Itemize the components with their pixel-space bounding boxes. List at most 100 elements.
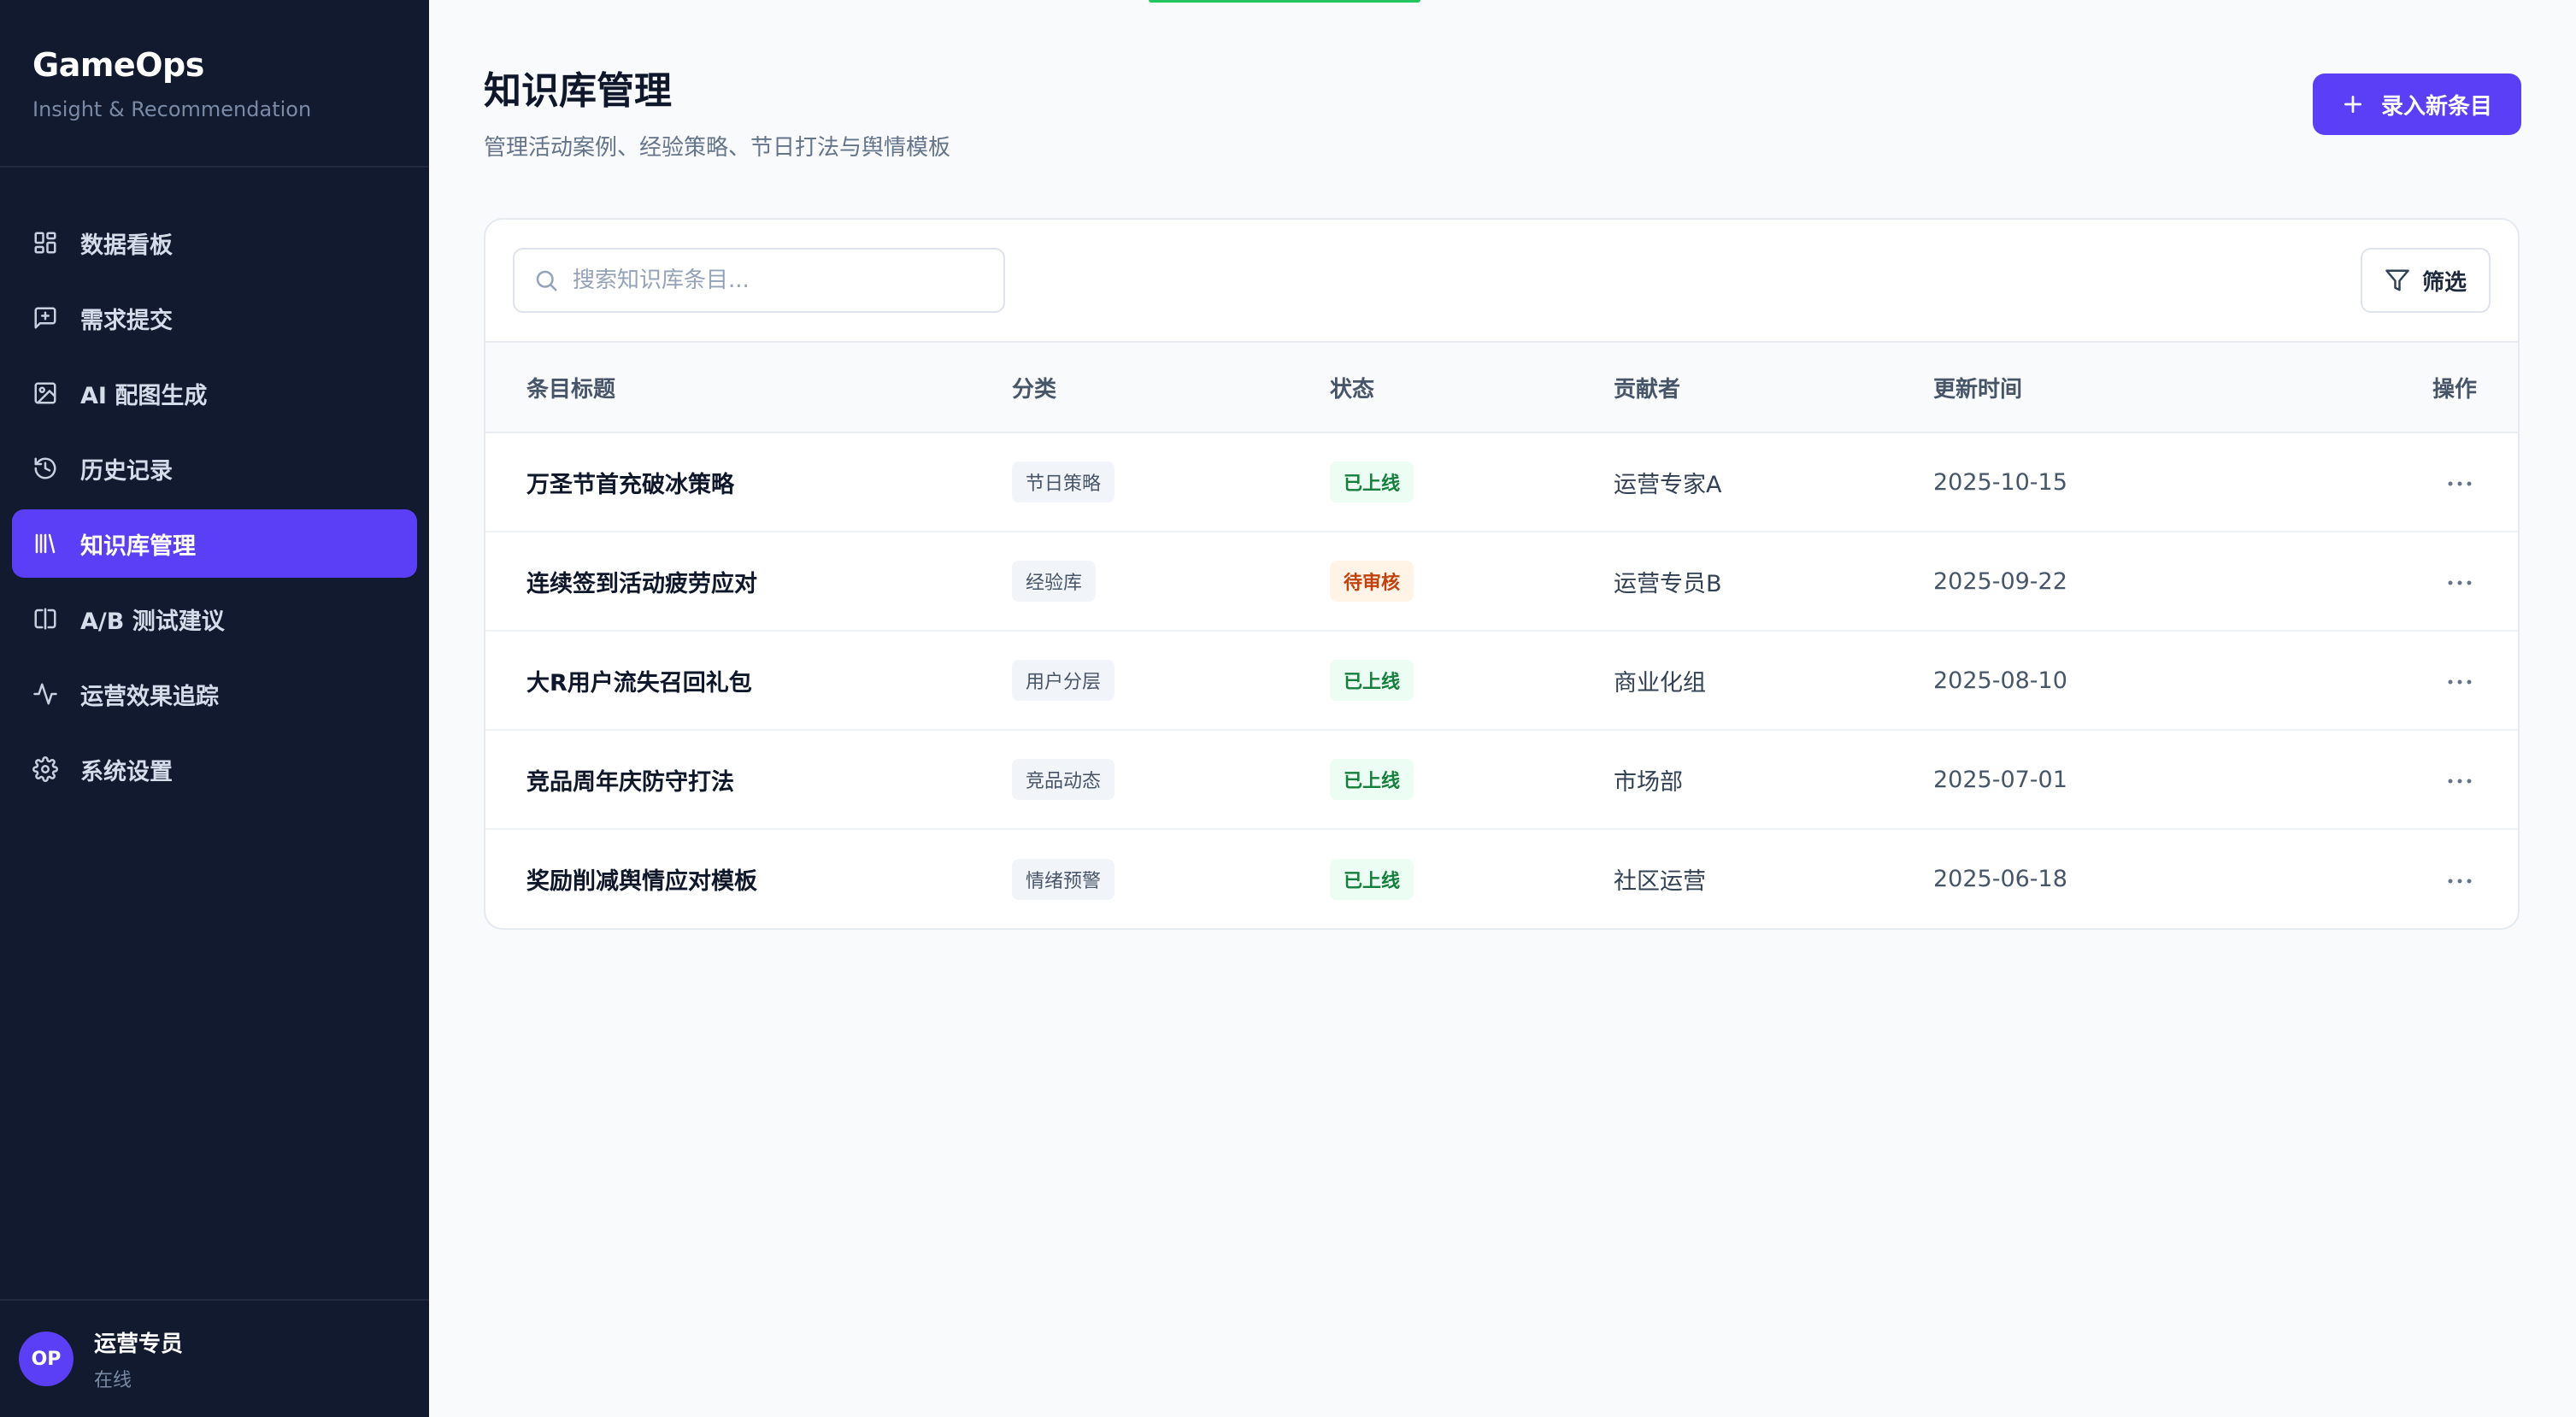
updated-date: 2025-06-18 bbox=[1933, 866, 2067, 892]
entry-title: 连续签到活动疲劳应对 bbox=[526, 570, 757, 597]
page-header: 知识库管理 管理活动案例、经验策略、节日打法与舆情模板 录入新条目 bbox=[484, 0, 2521, 162]
filter-label: 筛选 bbox=[2421, 268, 2467, 295]
user-meta: 运营专员 在线 bbox=[94, 1326, 183, 1392]
table-toolbar: 筛选 bbox=[485, 220, 2518, 341]
more-actions-button[interactable] bbox=[2443, 570, 2477, 596]
more-horizontal-icon bbox=[2448, 779, 2472, 784]
entry-title: 竞品周年庆防守打法 bbox=[526, 768, 734, 796]
more-actions-button[interactable] bbox=[2443, 768, 2477, 794]
sidebar-item-request[interactable]: 需求提交 bbox=[12, 284, 417, 352]
status-badge: 已上线 bbox=[1330, 759, 1414, 800]
more-horizontal-icon bbox=[2448, 481, 2472, 486]
sidebar-item-history[interactable]: 历史记录 bbox=[12, 434, 417, 503]
column-header-actions: 操作 bbox=[2432, 376, 2477, 403]
sidebar-item-ab-test[interactable]: A/B 测试建议 bbox=[12, 585, 417, 653]
updated-date: 2025-08-10 bbox=[1933, 667, 2067, 694]
sidebar-item-ai-image[interactable]: AI 配图生成 bbox=[12, 359, 417, 427]
more-horizontal-icon bbox=[2448, 679, 2472, 685]
sidebar-item-label: 系统设置 bbox=[80, 758, 173, 785]
updated-date: 2025-10-15 bbox=[1933, 468, 2067, 496]
sidebar-item-label: 需求提交 bbox=[80, 307, 173, 334]
table-header-row: 条目标题 分类 状态 贡献者 更新时间 操作 bbox=[485, 342, 2518, 432]
user-profile[interactable]: OP 运营专员 在线 bbox=[0, 1299, 429, 1417]
status-badge: 待审核 bbox=[1330, 561, 1414, 602]
more-actions-button[interactable] bbox=[2443, 471, 2477, 497]
sidebar-item-label: 运营效果追踪 bbox=[80, 683, 219, 710]
page-title: 知识库管理 bbox=[484, 69, 672, 113]
column-header-updated[interactable]: 更新时间 bbox=[1933, 342, 2354, 432]
message-plus-icon bbox=[32, 305, 58, 331]
search-icon bbox=[536, 270, 557, 291]
top-accent-bar bbox=[1149, 0, 1420, 3]
brand-name: GameOps bbox=[32, 46, 204, 84]
entry-title: 万圣节首充破冰策略 bbox=[526, 471, 734, 498]
category-tag: 节日策略 bbox=[1012, 462, 1115, 503]
sidebar-item-label: 历史记录 bbox=[80, 457, 173, 485]
column-header-contributor[interactable]: 贡献者 bbox=[1614, 342, 1933, 432]
contributor: 市场部 bbox=[1614, 768, 1683, 796]
filter-icon bbox=[2385, 269, 2409, 291]
brand: GameOps Insight & Recommendation bbox=[0, 0, 429, 168]
sidebar-item-label: 知识库管理 bbox=[80, 532, 196, 560]
sidebar-item-knowledge-base[interactable]: 知识库管理 bbox=[12, 509, 417, 578]
table-row[interactable]: 大R用户流失召回礼包 用户分层 已上线 商业化组 2025-08-10 bbox=[485, 631, 2518, 730]
user-status: 在线 bbox=[94, 1369, 132, 1391]
dashboard-grid-icon bbox=[32, 230, 58, 256]
sidebar-nav: 数据看板 需求提交 AI 配图生成 历史记录 知识库管理 A/B 测试建议 运营… bbox=[0, 168, 429, 1299]
filter-button[interactable]: 筛选 bbox=[2360, 248, 2491, 313]
knowledge-table-card: 筛选 条目标题 分类 状态 贡献者 更新时间 操作 万圣节首充破 bbox=[484, 218, 2520, 930]
add-entry-label: 录入新条目 bbox=[2380, 92, 2492, 119]
more-horizontal-icon bbox=[2448, 879, 2472, 883]
search-input[interactable] bbox=[573, 268, 983, 293]
column-header-category[interactable]: 分类 bbox=[1012, 342, 1330, 432]
search-box[interactable] bbox=[513, 248, 1005, 313]
contributor: 运营专员B bbox=[1614, 570, 1722, 597]
sidebar-item-tracking[interactable]: 运营效果追踪 bbox=[12, 660, 417, 728]
status-badge: 已上线 bbox=[1330, 660, 1414, 701]
main-content: 知识库管理 管理活动案例、经验策略、节日打法与舆情模板 录入新条目 筛选 bbox=[429, 0, 2576, 1417]
category-tag: 情绪预警 bbox=[1012, 858, 1115, 900]
entry-title: 奖励削减舆情应对模板 bbox=[526, 868, 757, 895]
app-root: GameOps Insight & Recommendation 数据看板 需求… bbox=[0, 0, 2576, 1417]
table-header: 条目标题 分类 状态 贡献者 更新时间 操作 bbox=[485, 342, 2518, 432]
updated-date: 2025-09-22 bbox=[1933, 567, 2067, 595]
contributor: 运营专家A bbox=[1614, 471, 1722, 498]
table-row[interactable]: 万圣节首充破冰策略 节日策略 已上线 运营专家A 2025-10-15 bbox=[485, 432, 2518, 532]
library-icon bbox=[32, 531, 58, 556]
plus-icon bbox=[2342, 93, 2364, 115]
status-badge: 已上线 bbox=[1330, 462, 1414, 503]
contributor: 商业化组 bbox=[1614, 669, 1706, 697]
more-actions-button[interactable] bbox=[2443, 669, 2477, 695]
more-actions-button[interactable] bbox=[2443, 868, 2477, 894]
page-subtitle: 管理活动案例、经验策略、节日打法与舆情模板 bbox=[484, 135, 951, 161]
sidebar-item-label: AI 配图生成 bbox=[80, 382, 208, 409]
contributor: 社区运营 bbox=[1614, 868, 1706, 895]
sidebar-item-label: 数据看板 bbox=[80, 232, 173, 259]
sidebar-item-dashboard[interactable]: 数据看板 bbox=[12, 209, 417, 277]
sidebar: GameOps Insight & Recommendation 数据看板 需求… bbox=[0, 0, 429, 1417]
updated-date: 2025-07-01 bbox=[1933, 766, 2067, 793]
column-header-title[interactable]: 条目标题 bbox=[485, 342, 1012, 432]
category-tag: 用户分层 bbox=[1012, 660, 1115, 701]
category-tag: 经验库 bbox=[1012, 561, 1097, 602]
split-compare-icon bbox=[32, 606, 58, 632]
activity-icon bbox=[32, 681, 58, 707]
sidebar-item-label: A/B 测试建议 bbox=[80, 608, 225, 635]
status-badge: 已上线 bbox=[1330, 858, 1414, 900]
sidebar-item-settings[interactable]: 系统设置 bbox=[12, 735, 417, 803]
page-heading: 知识库管理 管理活动案例、经验策略、节日打法与舆情模板 bbox=[484, 60, 950, 162]
category-tag: 竞品动态 bbox=[1012, 759, 1115, 800]
column-header-status[interactable]: 状态 bbox=[1330, 342, 1614, 432]
user-name: 运营专员 bbox=[94, 1331, 184, 1357]
avatar: OP bbox=[19, 1332, 74, 1386]
add-entry-button[interactable]: 录入新条目 bbox=[2312, 73, 2521, 135]
image-icon bbox=[32, 380, 58, 406]
table-body: 万圣节首充破冰策略 节日策略 已上线 运营专家A 2025-10-15 连续签到… bbox=[485, 432, 2518, 928]
brand-subtitle: Insight & Recommendation bbox=[32, 97, 312, 121]
entry-title: 大R用户流失召回礼包 bbox=[526, 669, 752, 697]
table-row[interactable]: 连续签到活动疲劳应对 经验库 待审核 运营专员B 2025-09-22 bbox=[485, 532, 2518, 631]
table-row[interactable]: 奖励削减舆情应对模板 情绪预警 已上线 社区运营 2025-06-18 bbox=[485, 829, 2518, 928]
knowledge-table: 条目标题 分类 状态 贡献者 更新时间 操作 万圣节首充破冰策略 节日策略 已上… bbox=[485, 341, 2518, 928]
settings-gear-icon bbox=[32, 756, 58, 782]
table-row[interactable]: 竞品周年庆防守打法 竞品动态 已上线 市场部 2025-07-01 bbox=[485, 730, 2518, 829]
